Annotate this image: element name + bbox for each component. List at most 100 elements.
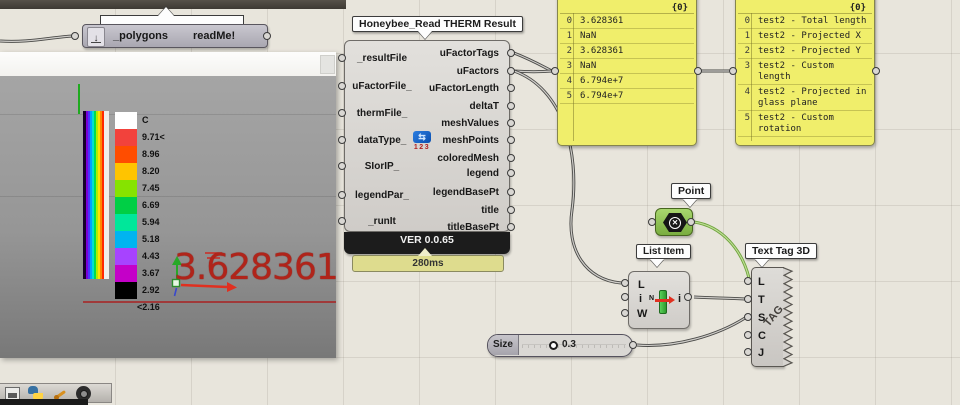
polygons-input-label: _polygons <box>113 30 168 42</box>
text-tag-balloon-pointer-icon <box>755 259 769 267</box>
output-label: title <box>481 205 499 216</box>
output-connector-meshpoints[interactable] <box>507 136 515 144</box>
polygons-input-connector[interactable] <box>71 32 79 40</box>
names-panel-output-connector[interactable] <box>872 67 880 75</box>
tag-input-connector-t[interactable] <box>744 295 752 303</box>
tag-input-connector-j[interactable] <box>744 348 752 356</box>
output-label: meshPoints <box>442 135 499 146</box>
input-label: C <box>758 330 766 342</box>
output-connector-ufactors[interactable] <box>507 67 515 75</box>
panel-path-header: {0} <box>850 3 866 13</box>
output-connector-legendbasept[interactable] <box>507 188 515 196</box>
panel-row: 03.628361 <box>560 14 694 29</box>
list-item-label-balloon: List Item <box>636 244 691 259</box>
input-label: _runIt <box>347 216 417 227</box>
section-baseline <box>83 301 336 303</box>
list-item-icon: N <box>649 288 675 314</box>
values-panel-input-connector[interactable] <box>551 67 559 75</box>
output-connector-titlebasept[interactable] <box>507 223 515 231</box>
grasshopper-canvas[interactable]: ↓ _polygons readMe! <box>0 0 960 405</box>
point-input-connector[interactable] <box>648 218 656 226</box>
datatype-123-icon: ⇆ 123 <box>408 131 436 153</box>
output-connector-ufactorlength[interactable] <box>507 84 515 92</box>
input-label: J <box>758 347 764 359</box>
panel-row: 46.794e+7 <box>560 74 694 89</box>
size-slider[interactable]: Size 0.3 <box>487 334 633 357</box>
panel-row: 0test2 - Total length <box>738 14 872 29</box>
input-label: L <box>638 279 645 291</box>
values-panel-output-connector[interactable] <box>694 67 702 75</box>
slider-name-label: Size <box>488 335 519 355</box>
slider-knob[interactable] <box>549 341 558 350</box>
polygons-node[interactable]: ↓ _polygons readMe! <box>82 24 268 48</box>
text-tag-node[interactable]: L T S C J TAG <box>751 267 784 367</box>
point-node-label-balloon: Point <box>671 183 711 199</box>
input-label: T <box>758 294 765 306</box>
output-connector-title[interactable] <box>507 206 515 214</box>
move-gizmo-icon[interactable] <box>0 76 336 358</box>
import-icon: ↓ <box>87 27 105 47</box>
output-connector-meshvalues[interactable] <box>507 119 515 127</box>
output-connector-coloredmesh[interactable] <box>507 154 515 162</box>
names-panel[interactable]: {0} 0test2 - Total length 1test2 - Proje… <box>735 0 875 146</box>
output-label: i <box>678 293 681 305</box>
input-connector-datatype[interactable] <box>338 136 346 144</box>
values-panel[interactable]: {0} 03.628361 1NaN 23.628361 3NaN 46.794… <box>557 0 697 146</box>
panel-row: 4test2 - Projected in glass plane <box>738 85 872 111</box>
output-connector-legend[interactable] <box>507 169 515 177</box>
text-tag-label-balloon: Text Tag 3D <box>745 243 817 259</box>
tag-input-connector-s[interactable] <box>744 313 752 321</box>
panel-row: 3test2 - Custom length <box>738 59 872 85</box>
point-error-icon: ✕ <box>663 213 687 232</box>
output-label: meshValues <box>441 118 499 129</box>
panel-row: 56.794e+7 <box>560 89 694 104</box>
panel-row: 3NaN <box>560 59 694 74</box>
list-input-connector-l[interactable] <box>621 279 629 287</box>
input-connector-resultfile[interactable] <box>338 54 346 62</box>
viewport-titlebar[interactable] <box>0 52 336 77</box>
text-tag-zigzag-edge <box>783 267 795 368</box>
tag-input-connector-l[interactable] <box>744 277 752 285</box>
output-label: legendBasePt <box>433 187 499 198</box>
output-label: uFactorLength <box>429 83 499 94</box>
input-connector-ufactorfile[interactable] <box>338 82 346 90</box>
rhino-viewport-window[interactable]: C 9.71< 8.96 8.20 7.45 6.69 5.94 5.18 4.… <box>0 52 336 358</box>
input-label: thermFile_ <box>347 108 417 119</box>
tag-input-connector-c[interactable] <box>744 331 752 339</box>
list-item-balloon-pointer-icon <box>650 259 664 267</box>
output-connector-deltat[interactable] <box>507 102 515 110</box>
point-balloon-pointer-icon <box>683 199 697 207</box>
honeybee-read-therm-node[interactable]: _resultFile uFactorFile_ thermFile_ data… <box>344 40 510 232</box>
list-input-connector-i[interactable] <box>621 293 629 301</box>
list-item-node[interactable]: L i W i N <box>628 271 690 329</box>
viewport-body[interactable]: C 9.71< 8.96 8.20 7.45 6.69 5.94 5.18 4.… <box>0 76 336 358</box>
honeybee-balloon-pointer-icon <box>418 31 432 39</box>
runtime-tooltip: 280ms <box>352 255 504 272</box>
output-label: deltaT <box>470 101 499 112</box>
viewport-button[interactable] <box>320 55 335 74</box>
slider-output-connector[interactable] <box>629 341 637 349</box>
output-label: coloredMesh <box>437 153 499 164</box>
output-connector-ufactortags[interactable] <box>507 49 515 57</box>
runtime-tooltip-pointer-icon <box>418 248 432 256</box>
ufactor-value-text: 3.628361 <box>174 247 336 288</box>
input-label: L <box>758 276 765 288</box>
input-connector-runit[interactable] <box>338 217 346 225</box>
list-output-connector-i[interactable] <box>684 293 692 301</box>
honeybee-node-label-balloon: Honeybee_Read THERM Result <box>352 16 523 32</box>
input-label: legendPar_ <box>347 190 417 201</box>
bottom-dark-strip <box>0 399 88 405</box>
input-connector-thermfile[interactable] <box>338 109 346 117</box>
panel-row: 23.628361 <box>560 44 694 59</box>
panel-row: 1NaN <box>560 29 694 44</box>
readme-output-label: readMe! <box>193 30 235 42</box>
list-input-connector-w[interactable] <box>621 309 629 317</box>
names-panel-input-connector[interactable] <box>729 67 737 75</box>
input-connector-siorip[interactable] <box>338 162 346 170</box>
point-output-connector[interactable] <box>687 218 695 226</box>
polygons-output-connector[interactable] <box>263 32 271 40</box>
input-connector-legendpar[interactable] <box>338 191 346 199</box>
slider-value: 0.3 <box>562 339 576 350</box>
polygons-balloon-pointer-icon <box>158 7 174 16</box>
output-label: uFactors <box>457 66 499 77</box>
